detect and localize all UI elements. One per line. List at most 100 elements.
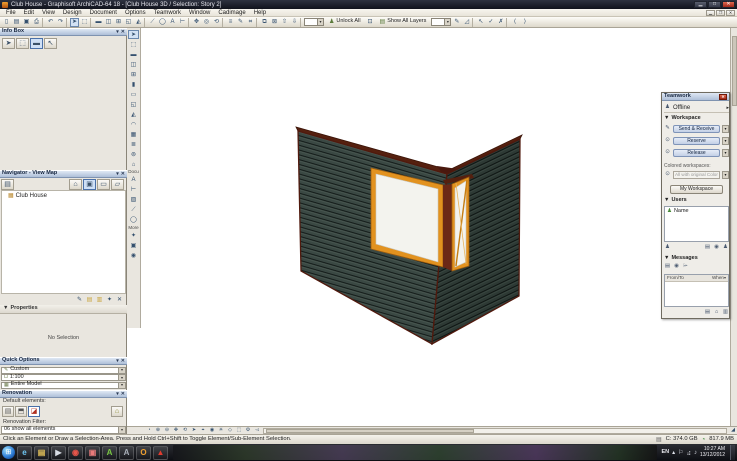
send-back-icon[interactable]: ⇩ — [290, 18, 299, 27]
teamwork-status-row[interactable]: ♟ Offline ▸ — [664, 104, 729, 113]
expand-icon[interactable]: ▸ — [726, 105, 729, 111]
send-receive-button[interactable]: Send & Receive — [673, 125, 720, 133]
bring-forward-icon[interactable]: ⇧ — [280, 18, 289, 27]
voice-message-icon[interactable]: ◉ — [673, 263, 680, 270]
toolbox-zone-icon[interactable]: ⌂ — [128, 160, 139, 169]
door-icon[interactable]: ◫ — [104, 18, 113, 27]
3d-view-canvas[interactable] — [127, 28, 737, 426]
camera-icon[interactable]: ◉ — [208, 427, 216, 434]
menu-options[interactable]: Options — [121, 10, 150, 16]
pen-icon[interactable]: ✎ — [452, 18, 461, 27]
collapse-icon[interactable]: ▾ — [116, 391, 119, 397]
release-button[interactable]: Release — [673, 149, 720, 157]
toolbox-fill-icon[interactable]: ▨ — [128, 196, 139, 205]
msg-panel-icon[interactable]: ▥ — [722, 309, 729, 316]
toolbox-circle-icon[interactable]: ◯ — [128, 216, 139, 225]
explorer-folder-icon[interactable]: ▤ — [34, 445, 49, 460]
sort-icon[interactable]: ▾ — [724, 276, 726, 280]
dropdown-icon[interactable]: ▾ — [722, 137, 729, 145]
previous-view-icon[interactable]: ◅ — [253, 427, 261, 434]
hidden-icons-icon[interactable]: ▴ — [672, 450, 675, 456]
menu-view[interactable]: View — [38, 10, 59, 16]
minimize-button[interactable]: ▁ — [694, 1, 707, 8]
show-all-layers-button[interactable]: ▤ Show All Layers — [376, 18, 431, 27]
archicad-icon[interactable]: A — [102, 445, 117, 460]
menu-window[interactable]: Window — [185, 10, 214, 16]
toolbox-figure-icon[interactable]: ▣ — [128, 241, 139, 250]
publisher-icon[interactable]: ▱ — [111, 179, 124, 190]
zoom-in-icon[interactable]: ⊕ — [154, 427, 162, 434]
toolbox-stair-icon[interactable]: ≣ — [128, 140, 139, 149]
orbit-3d-icon[interactable]: ⟲ — [181, 427, 189, 434]
close-icon[interactable]: ✕ — [121, 171, 125, 177]
toolbox-object-icon[interactable]: ⊚ — [128, 150, 139, 159]
layoutbook-icon[interactable]: ▭ — [97, 179, 110, 190]
window-icon[interactable]: ⊞ — [114, 18, 123, 27]
vertical-scroll-thumb[interactable] — [732, 36, 737, 106]
toolbox-roof-icon[interactable]: ◭ — [128, 110, 139, 119]
toolbox-beam-icon[interactable]: ▭ — [128, 90, 139, 99]
toolbox-marquee-icon[interactable]: ⬚ — [128, 40, 139, 49]
quick-options-header[interactable]: Quick Options ▾ ✕ — [0, 357, 127, 365]
collapse-icon[interactable]: ▾ — [116, 171, 119, 177]
pan-icon[interactable]: ✥ — [192, 18, 201, 27]
toolbox-hotspot-icon[interactable]: ✦ — [128, 231, 139, 240]
user-settings-icon[interactable]: ◉ — [713, 244, 720, 251]
eraser-icon[interactable]: ◿ — [462, 18, 471, 27]
navigator-header[interactable]: Navigator - View Map ▾ ✕ — [0, 170, 127, 178]
toolbox-camera-icon[interactable]: ◉ — [128, 251, 139, 260]
users-list[interactable]: ♟ Name — [664, 206, 729, 242]
title-bar[interactable]: Club House - Graphisoft ArchiCAD-64 18 -… — [0, 0, 737, 9]
teamwork-header[interactable]: Teamwork ✕ — [662, 93, 729, 101]
tree-item-club-house[interactable]: ▦ Club House — [2, 191, 125, 199]
toolbox-window-icon[interactable]: ⊞ — [128, 70, 139, 79]
send-message-icon[interactable]: ⌲ — [682, 263, 689, 270]
unlock-all-button[interactable]: ♟ Unlock All — [325, 18, 365, 27]
menu-edit[interactable]: Edit — [20, 10, 38, 16]
toolbox-wall-icon[interactable]: ▬ — [128, 50, 139, 59]
dropdown-icon[interactable]: ▾ — [722, 171, 729, 179]
renovation-options-icon[interactable]: ⌂ — [111, 406, 123, 417]
properties-section-header[interactable]: ▼ Properties — [0, 305, 127, 314]
home-icon[interactable]: ⌂ — [69, 179, 82, 190]
3d-model[interactable] — [127, 28, 737, 426]
lock-icon[interactable]: ⊠ — [270, 18, 279, 27]
taskbar-clock[interactable]: 10:27 AM 13/12/2012 — [700, 447, 727, 458]
orbit-icon[interactable]: ⟲ — [212, 18, 221, 27]
messages-section[interactable]: ▼ Messages — [664, 255, 729, 262]
corner-post[interactable] — [443, 184, 452, 271]
close-icon[interactable]: ✕ — [121, 391, 125, 397]
line-icon[interactable]: ⟋ — [148, 18, 157, 27]
flag-icon[interactable]: ⚐ — [678, 450, 683, 456]
maximize-button[interactable]: □ — [708, 1, 721, 8]
explore-icon[interactable]: ➤ — [190, 427, 198, 434]
user-list-item[interactable]: ♟ Name — [665, 207, 728, 217]
cancel-icon[interactable]: ✗ — [496, 18, 505, 27]
adobe-reader-icon[interactable]: ▲ — [153, 445, 168, 460]
pick-icon[interactable]: ↖ — [476, 18, 485, 27]
zoom-icon[interactable]: ◎ — [202, 18, 211, 27]
collapse-icon[interactable]: ▾ — [116, 358, 119, 364]
toolbox-door-icon[interactable]: ◫ — [128, 60, 139, 69]
vertical-scrollbar[interactable] — [730, 28, 737, 426]
mdi-minimize-button[interactable]: ▁ — [706, 9, 715, 16]
add-user-icon[interactable]: ♟ — [664, 244, 671, 251]
fit-in-window-icon[interactable]: ◔ — [145, 427, 153, 434]
colored-workspaces-combo[interactable]: All with original Color — [673, 171, 720, 179]
grid-icon[interactable]: ⌗ — [246, 18, 255, 27]
toolbox-text-icon[interactable]: A — [128, 176, 139, 185]
sun-icon[interactable]: ☀ — [217, 427, 225, 434]
toolbox-arrow-icon[interactable]: ➤ — [128, 30, 139, 39]
mail-user-icon[interactable]: ▤ — [704, 244, 711, 251]
axono-icon[interactable]: ⬚ — [235, 427, 243, 434]
dropdown-icon[interactable]: ▾ — [118, 375, 125, 380]
prop-folder-icon[interactable]: ▤ — [85, 295, 94, 304]
dropdown-icon[interactable]: ▾ — [722, 149, 729, 157]
infobox-wall-icon[interactable]: ▬ — [30, 38, 43, 49]
layer-combination-combo[interactable]: ✎ Custom ▾ — [1, 366, 126, 374]
menu-help[interactable]: Help — [250, 10, 270, 16]
existing-elements-icon[interactable]: ▤ — [2, 406, 14, 417]
group-icon[interactable]: ⧉ — [260, 18, 269, 27]
renovation-header[interactable]: Renovation ▾ ✕ — [0, 390, 127, 398]
toolbox-mesh-icon[interactable]: ▦ — [128, 130, 139, 139]
